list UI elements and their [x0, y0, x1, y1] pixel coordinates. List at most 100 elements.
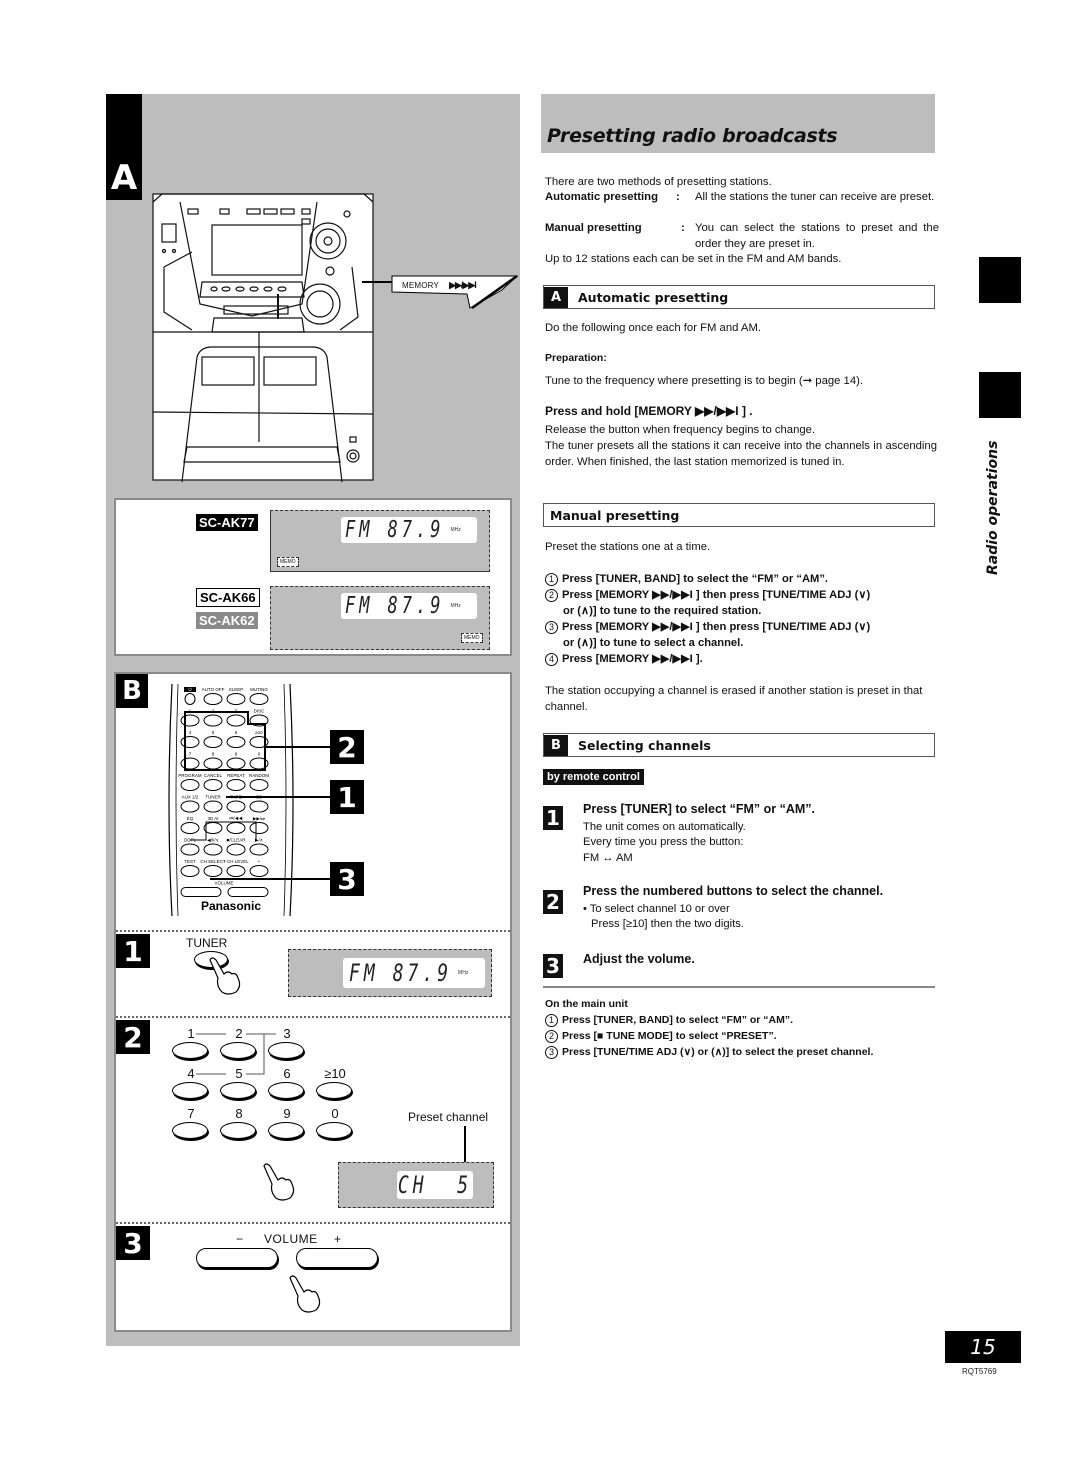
- remote-key[interactable]: [203, 865, 223, 877]
- step-2-title: Press the numbered buttons to select the…: [583, 884, 884, 898]
- remote-key-label: RANDOM: [249, 773, 269, 778]
- keypad-button[interactable]: [316, 1122, 352, 1139]
- remote-key[interactable]: [180, 822, 200, 834]
- remote-key-label: 4: [189, 730, 192, 735]
- model-badge-ak77: SC-AK77: [196, 514, 258, 531]
- remote-key-label: CANCEL: [204, 773, 223, 778]
- keypad-button[interactable]: [220, 1082, 256, 1099]
- remote-key[interactable]: [203, 757, 223, 770]
- remote-key-label: − CH LEVEL: [223, 859, 249, 864]
- chapter-tab-marker: [979, 257, 1021, 303]
- manual-step: 4 Press [MEMORY ▶▶/▶▶I ].: [545, 651, 939, 667]
- keypad-button[interactable]: [268, 1122, 304, 1139]
- manual-step: 2 Press [MEMORY ▶▶/▶▶I ] then press [TUNE…: [545, 587, 939, 603]
- auto-step-title: Press and hold [MEMORY ▶▶/▶▶I ] .: [545, 404, 753, 418]
- remote-volume-up[interactable]: [227, 887, 269, 897]
- divider: [116, 1016, 510, 1018]
- tuner-button-label: TUNER: [186, 936, 228, 950]
- callout-step-1: 1: [330, 780, 364, 814]
- remote-key-label: 9: [235, 752, 238, 757]
- remote-key[interactable]: [203, 822, 223, 834]
- preparation-label: Preparation:: [545, 352, 607, 364]
- remote-key[interactable]: [180, 800, 200, 813]
- divider: [116, 930, 510, 932]
- remote-key[interactable]: [226, 736, 246, 748]
- keypad-button[interactable]: [220, 1122, 256, 1139]
- remote-key[interactable]: [226, 865, 246, 877]
- keypad-button[interactable]: [316, 1082, 352, 1099]
- lcd-band: FM: [345, 516, 374, 544]
- step-body-line: The unit comes on automatically.: [583, 821, 746, 833]
- keypad-button[interactable]: [172, 1122, 208, 1139]
- remote-key[interactable]: [203, 693, 223, 705]
- remote-key[interactable]: [249, 779, 269, 791]
- remote-key[interactable]: [180, 865, 200, 877]
- lcd-unit: MHz: [450, 603, 461, 609]
- step-1-title: Press [TUNER] to select “FM” or “AM”.: [583, 802, 815, 816]
- intro-limit: Up to 12 stations each can be set in the…: [545, 253, 842, 265]
- step-text: Press [TUNE/TIME ADJ (∨) or (∧)] to sele…: [562, 1046, 874, 1058]
- callout-line-3: [210, 878, 330, 880]
- remote-key[interactable]: [226, 843, 246, 856]
- page-title: Presetting radio broadcasts: [547, 125, 838, 147]
- volume-up-button[interactable]: [296, 1248, 378, 1268]
- remote-key[interactable]: [180, 736, 200, 748]
- lcd-display-ak66-ak62: FM 87.9 MHz MEMO: [270, 586, 490, 650]
- remote-key[interactable]: [226, 714, 246, 727]
- remote-key[interactable]: [180, 843, 200, 856]
- remote-key[interactable]: [203, 736, 223, 748]
- remote-key-label: ≥10: [255, 730, 263, 735]
- remote-key[interactable]: [249, 865, 269, 877]
- remote-key[interactable]: [249, 693, 269, 705]
- section-title: Selecting channels: [578, 737, 711, 753]
- remote-key-label: EQ: [187, 816, 194, 821]
- lcd-frequency: 87.9: [392, 958, 453, 988]
- keypad-button[interactable]: [172, 1082, 208, 1099]
- remote-volume-down[interactable]: [180, 887, 222, 897]
- step-text: Press [TUNER, BAND] to select “FM” or “A…: [562, 1014, 794, 1026]
- remote-key[interactable]: [203, 714, 223, 727]
- remote-key[interactable]: [203, 800, 223, 813]
- keypad-button[interactable]: [268, 1082, 304, 1099]
- keypad-grouping-lines: [196, 1033, 276, 1075]
- remote-key[interactable]: [180, 757, 200, 770]
- remote-key-label: ◀/II/∨: [207, 838, 219, 843]
- step-body-line: FM ↔ AM: [583, 851, 633, 864]
- remote-key[interactable]: [226, 693, 246, 705]
- remote-key[interactable]: [226, 822, 246, 834]
- remote-key-label: 0: [258, 752, 261, 757]
- keypad-label: ≥10: [324, 1066, 346, 1081]
- lcd-unit: MHz: [450, 527, 461, 533]
- remote-key[interactable]: [184, 693, 196, 705]
- remote-key[interactable]: [226, 757, 246, 770]
- illus-step-3: 3: [116, 1226, 150, 1260]
- auto-step-body-2: The tuner presets all the stations it ca…: [545, 440, 937, 468]
- remote-key[interactable]: [180, 714, 200, 727]
- step-number: 1: [545, 1014, 558, 1027]
- lcd-display-ak77: FM 87.9 MHz MEMO: [270, 510, 490, 572]
- volume-down-button[interactable]: [196, 1248, 278, 1268]
- remote-key[interactable]: [249, 800, 269, 813]
- remote-key[interactable]: [226, 779, 246, 791]
- remote-key-label: TEST: [184, 859, 196, 864]
- manual-lead: Preset the stations one at a time.: [545, 541, 711, 553]
- volume-minus-label: −: [236, 1232, 244, 1246]
- remote-key[interactable]: [203, 779, 223, 791]
- callout-line-2: [266, 746, 330, 748]
- display-variants-box: SC-AK77 SC-AK66 SC-AK62 FM 87.9 MHz MEMO…: [114, 498, 512, 656]
- preparation-text: Tune to the frequency where presetting i…: [545, 375, 864, 387]
- definition-colon: :: [681, 222, 685, 234]
- remote-key-label: SLEEP: [229, 687, 244, 692]
- step-number: 4: [545, 653, 558, 666]
- remote-key-label: 3D AI: [207, 816, 218, 821]
- remote-key[interactable]: [249, 843, 269, 856]
- remote-key[interactable]: [249, 822, 269, 834]
- remote-key[interactable]: [226, 800, 246, 813]
- remote-key[interactable]: [180, 779, 200, 791]
- memo-indicator: MEMO: [461, 633, 483, 643]
- remote-key-label: PROGRAM: [178, 773, 202, 778]
- chapter-tab-marker-active: [979, 372, 1021, 418]
- remote-key[interactable]: [203, 843, 223, 856]
- section-letter: B: [544, 734, 568, 756]
- remote-key-label: TUNER: [205, 795, 221, 800]
